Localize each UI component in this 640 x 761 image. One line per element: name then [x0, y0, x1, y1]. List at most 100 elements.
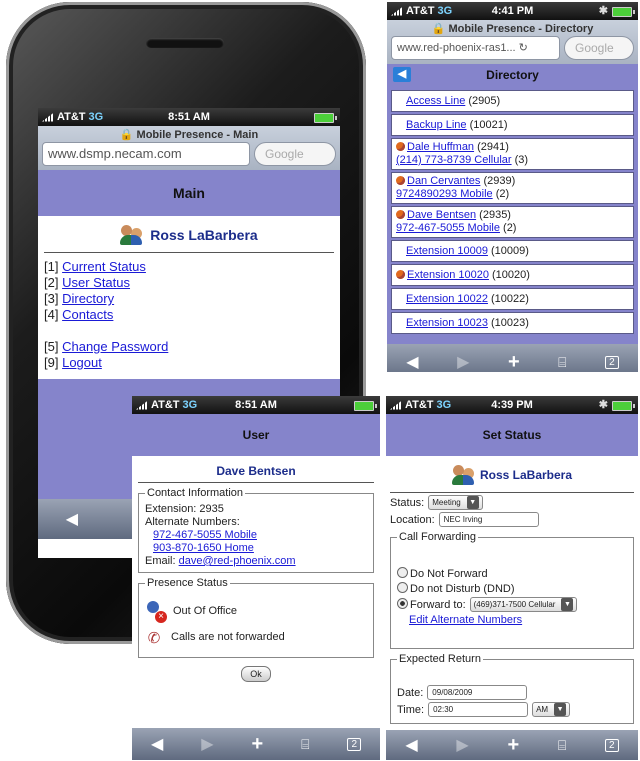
edit-alternate-numbers-link[interactable]: Edit Alternate Numbers: [409, 614, 522, 626]
contacts-link[interactable]: Contacts: [62, 307, 113, 322]
pages-icon[interactable]: 2: [605, 355, 619, 369]
ok-button[interactable]: Ok: [241, 666, 271, 682]
menu-num: [4]: [44, 307, 59, 322]
directory-link[interactable]: Directory: [62, 291, 114, 306]
am-pm-select[interactable]: AM ▼: [532, 702, 571, 717]
change-password-link[interactable]: Change Password: [62, 339, 168, 354]
option-dnd[interactable]: Do not Disturb (DND): [397, 582, 627, 595]
user-name: Ross LaBarbera: [479, 468, 573, 482]
list-item[interactable]: Extension 10009 (10009): [391, 240, 634, 262]
current-status-link[interactable]: Current Status: [62, 259, 146, 274]
status-bar: AT&T 3G 8:51 AM: [38, 108, 340, 126]
add-icon[interactable]: +: [508, 351, 520, 373]
status-value: Meeting: [432, 498, 461, 507]
menu-num: [5]: [44, 339, 59, 354]
entry-link[interactable]: Dale Huffman: [407, 141, 474, 153]
add-icon[interactable]: +: [251, 733, 263, 756]
url-field[interactable]: www.dsmp.necam.com: [42, 142, 250, 166]
menu-num: [3]: [44, 291, 59, 306]
bookmarks-icon[interactable]: ⌸: [558, 737, 566, 754]
radio-button-selected[interactable]: [397, 598, 408, 609]
back-arrow-icon[interactable]: ◀: [393, 67, 411, 82]
set-status-screen: AT&T 3G 4:39 PM ✱ Set Status Ross LaBarbe…: [386, 396, 638, 760]
list-item[interactable]: Dan Cervantes (2939) 9724890293 Mobile (2…: [391, 172, 634, 204]
menu-num: [9]: [44, 355, 59, 370]
user-header: Ross LaBarbera: [44, 224, 334, 253]
pages-icon[interactable]: 2: [347, 737, 361, 751]
entry-link[interactable]: Dan Cervantes: [407, 175, 480, 187]
entry-link[interactable]: Dave Bentsen: [407, 209, 476, 221]
network-label: 3G: [437, 5, 453, 17]
entry-link[interactable]: Extension 10020: [407, 269, 489, 281]
entry-link[interactable]: Extension 10022: [406, 293, 488, 305]
option-do-not-forward[interactable]: Do Not Forward: [397, 567, 627, 580]
out-of-office-icon: [145, 601, 167, 623]
back-icon[interactable]: ◀: [406, 352, 418, 372]
bookmarks-icon[interactable]: ⌸: [558, 354, 566, 371]
bookmarks-icon[interactable]: ⌸: [301, 736, 309, 753]
search-field[interactable]: Google: [254, 142, 336, 166]
network-label: 3G: [436, 399, 452, 411]
radio-button[interactable]: [397, 567, 408, 578]
radio-button[interactable]: [397, 582, 408, 593]
alternate-number-2[interactable]: 903-870-1650 Home: [153, 542, 254, 554]
list-item[interactable]: Extension 10020 (10020): [391, 264, 634, 286]
time-input[interactable]: 02:30: [428, 702, 529, 717]
signal-icon: [136, 400, 148, 410]
add-icon[interactable]: +: [507, 734, 519, 757]
back-icon[interactable]: ◀: [151, 734, 163, 754]
network-label: 3G: [182, 399, 198, 411]
alternate-number-1[interactable]: 972-467-5055 Mobile: [153, 529, 257, 541]
call-forwarding: Call Forwarding Do Not Forward Do not Di…: [390, 531, 634, 649]
entry-ext: (10022): [491, 293, 529, 305]
logout-link[interactable]: Logout: [62, 355, 102, 370]
entry-link[interactable]: Extension 10009: [406, 245, 488, 257]
list-item[interactable]: Backup Line (10021): [391, 114, 634, 136]
list-item[interactable]: Dave Bentsen (2935) 972-467-5055 Mobile (…: [391, 206, 634, 238]
directory-header: ◀ Directory: [387, 64, 638, 86]
status-select[interactable]: Meeting ▼: [428, 495, 483, 510]
browser-toolbar: ◀ ▶ + ⌸ 2: [386, 730, 638, 760]
page-title: 🔒 Mobile Presence - Directory: [431, 23, 594, 35]
phone-forward-icon: ✆: [147, 630, 161, 647]
back-icon[interactable]: ◀: [405, 735, 417, 755]
entry-ext: (2939): [483, 175, 516, 187]
url-field[interactable]: www.red-phoenix-ras1... ↻: [391, 36, 560, 60]
option-label: Forward to:: [410, 599, 466, 611]
forward-icon[interactable]: ▶: [201, 734, 213, 754]
list-item[interactable]: Extension 10022 (10022): [391, 288, 634, 310]
alternate-number-link[interactable]: 9724890293 Mobile: [396, 188, 493, 200]
battery-icon: [314, 113, 337, 123]
alternate-number-link[interactable]: 972-467-5055 Mobile: [396, 222, 500, 234]
browser-url-bar: 🔒 Mobile Presence - Main www.dsmp.necam.…: [38, 126, 340, 170]
bluetooth-icon: ✱: [598, 5, 608, 17]
entry-ext: (10009): [491, 245, 529, 257]
presence-legend: Presence Status: [147, 577, 228, 589]
alternate-number-link[interactable]: (214) 773-8739 Cellular: [396, 154, 512, 166]
option-forward-to[interactable]: Forward to: (469)371-7500 Cellular ▼: [397, 597, 627, 612]
list-item[interactable]: Extension 10023 (10023): [391, 312, 634, 334]
menu-item-current-status: [1] Current Status: [44, 259, 334, 275]
back-icon[interactable]: ◀: [66, 509, 78, 529]
entry-link[interactable]: Backup Line: [406, 119, 467, 131]
status-bar: AT&T 3G 8:51 AM: [132, 396, 380, 414]
entry-link[interactable]: Extension 10023: [406, 317, 488, 329]
date-input[interactable]: 09/08/2009: [427, 685, 528, 700]
forward-icon[interactable]: ▶: [457, 352, 469, 372]
reload-icon[interactable]: ↻: [519, 42, 528, 54]
location-input[interactable]: NEC Irving: [438, 512, 539, 527]
menu-num: [2]: [44, 275, 59, 290]
list-item[interactable]: Access Line (2905): [391, 90, 634, 112]
forward-number-select[interactable]: (469)371-7500 Cellular ▼: [469, 597, 578, 612]
forward-icon[interactable]: ▶: [456, 735, 468, 755]
email-link[interactable]: dave@red-phoenix.com: [179, 555, 296, 567]
entry-link[interactable]: Access Line: [406, 95, 465, 107]
page-title-text: Mobile Presence - Directory: [448, 23, 594, 35]
search-field[interactable]: Google: [564, 36, 634, 60]
email-label: Email:: [145, 555, 176, 567]
user-status-link[interactable]: User Status: [62, 275, 130, 290]
contact-information: Contact Information Extension: 2935 Alte…: [138, 487, 374, 573]
pages-icon[interactable]: 2: [605, 738, 619, 752]
page-title-text: Mobile Presence - Main: [136, 129, 259, 141]
list-item[interactable]: Dale Huffman (2941) (214) 773-8739 Cellul…: [391, 138, 634, 170]
